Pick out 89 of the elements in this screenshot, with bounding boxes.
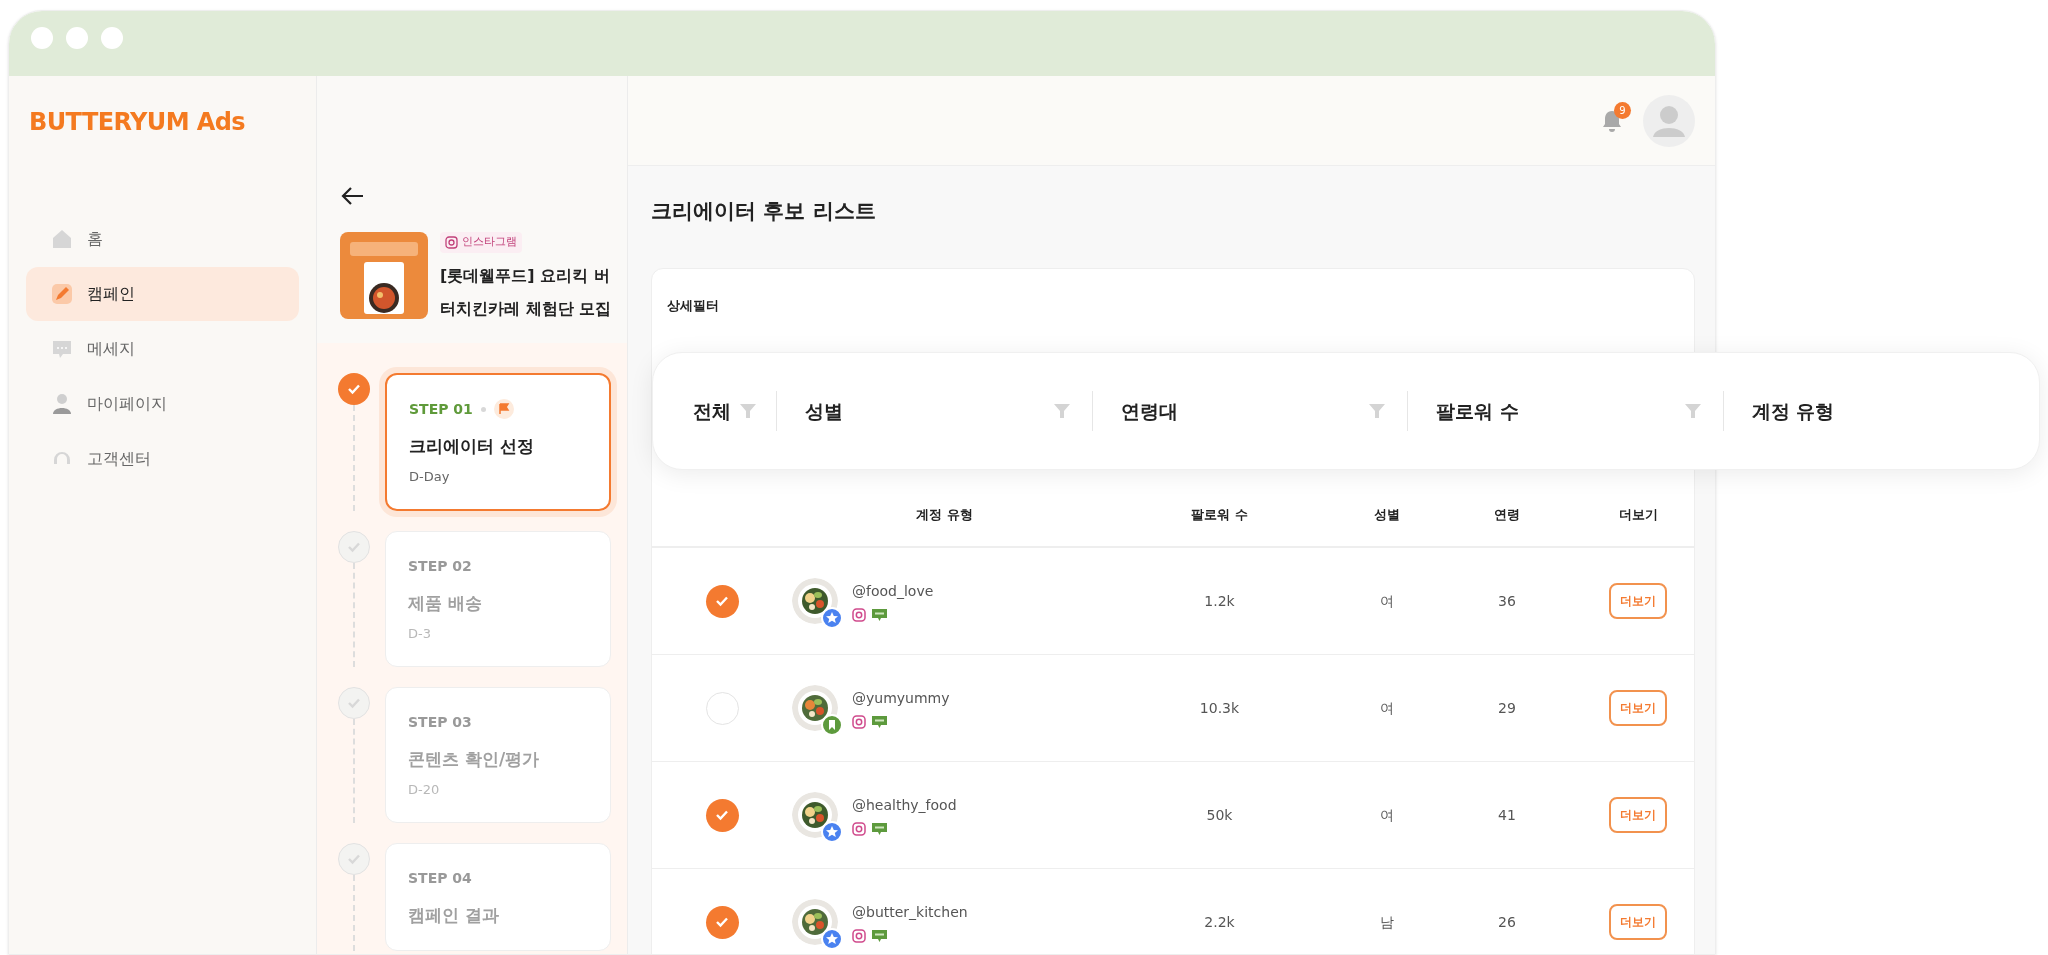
age-cell-text: 36 bbox=[1497, 591, 1517, 611]
age-cell-text: 41 bbox=[1497, 805, 1517, 825]
gender-cell-text: 여 bbox=[1379, 805, 1395, 825]
row-checkbox[interactable] bbox=[705, 691, 739, 725]
filter-option[interactable]: 전체 bbox=[693, 396, 731, 426]
check-icon bbox=[715, 595, 729, 607]
sidebar-item[interactable]: 고객센터 bbox=[26, 432, 299, 486]
step-number: STEP 01 bbox=[409, 399, 473, 419]
step-due: D-20 bbox=[408, 781, 441, 799]
account-handle: @butter_kitchen bbox=[852, 902, 968, 922]
row-checkbox[interactable] bbox=[705, 798, 739, 832]
column-header: 연령 bbox=[1493, 505, 1521, 524]
sidebar-item[interactable]: 마이페이지 bbox=[26, 377, 299, 431]
blog-icon bbox=[872, 607, 887, 622]
bookmark-badge-icon bbox=[821, 714, 843, 736]
chat-icon bbox=[51, 338, 73, 360]
sidebar-item[interactable]: 캠페인 bbox=[26, 267, 299, 321]
column-header: 더보기 bbox=[1617, 505, 1659, 524]
window-control[interactable] bbox=[101, 26, 123, 49]
notification-badge: 9 bbox=[1614, 101, 1631, 119]
check-icon bbox=[347, 540, 361, 553]
step-card[interactable]: STEP 04 캠페인 결과 bbox=[385, 842, 611, 951]
step-number: STEP 03 bbox=[408, 712, 472, 732]
filter-icon[interactable] bbox=[740, 404, 757, 418]
followers-cell-text: 1.2k bbox=[1203, 591, 1236, 611]
filter-icon[interactable] bbox=[1369, 404, 1386, 418]
account-handle: @healthy_food bbox=[852, 795, 957, 815]
step-title: 캠페인 결과 bbox=[408, 903, 500, 927]
instagram-icon bbox=[445, 235, 458, 249]
column-header: 성별 bbox=[1373, 505, 1401, 524]
column-header: 팔로워 수 bbox=[1190, 505, 1249, 524]
followers-cell-text: 10.3k bbox=[1198, 698, 1241, 718]
window-control[interactable] bbox=[66, 26, 88, 49]
sidebar-item[interactable]: 홈 bbox=[26, 212, 299, 266]
instagram-icon bbox=[852, 607, 866, 622]
person-icon bbox=[51, 393, 73, 415]
filter-option[interactable]: 연령대 bbox=[1120, 396, 1178, 426]
age-cell-text: 29 bbox=[1497, 698, 1517, 718]
filter-option[interactable]: 팔로워 수 bbox=[1436, 396, 1519, 426]
blog-icon bbox=[872, 714, 887, 729]
step-title: 콘텐츠 확인/평가 bbox=[408, 747, 541, 771]
bell-icon[interactable] bbox=[1601, 108, 1623, 133]
step-card[interactable]: STEP 02 제품 배송 D-3 bbox=[385, 530, 611, 667]
filter-option[interactable]: 성별 bbox=[805, 396, 844, 426]
star-badge-icon bbox=[821, 821, 843, 843]
window-control[interactable] bbox=[31, 26, 53, 49]
step-number: STEP 04 bbox=[408, 868, 472, 888]
blog-icon bbox=[872, 928, 887, 943]
step-title: 제품 배송 bbox=[408, 591, 483, 615]
gender-cell-text: 남 bbox=[1379, 912, 1395, 932]
check-icon bbox=[347, 696, 361, 709]
check-icon bbox=[347, 852, 361, 865]
account-handle: @food_love bbox=[852, 581, 934, 601]
campaign-title: [롯데웰푸드] 요리킥 버터치킨카레 체험단 모집 bbox=[440, 264, 613, 320]
step-number: STEP 02 bbox=[408, 556, 472, 576]
star-badge-icon bbox=[821, 928, 843, 950]
step-title: 크리에이터 선정 bbox=[409, 434, 535, 458]
sidebar-item[interactable]: 메세지 bbox=[26, 322, 299, 376]
check-icon bbox=[347, 382, 361, 395]
gender-cell-text: 여 bbox=[1379, 591, 1395, 611]
row-checkbox[interactable] bbox=[705, 905, 739, 939]
instagram-icon bbox=[852, 821, 866, 836]
followers-cell-text: 2.2k bbox=[1203, 912, 1236, 932]
gender-cell-text: 여 bbox=[1379, 698, 1395, 718]
blog-icon bbox=[872, 821, 887, 836]
check-icon bbox=[715, 809, 729, 821]
filter-title: 상세필터 bbox=[666, 296, 720, 315]
column-header: 계정 유형 bbox=[915, 505, 974, 524]
step-card[interactable]: STEP 03 콘텐츠 확인/평가 D-20 bbox=[385, 686, 611, 823]
step-due: D-3 bbox=[408, 625, 432, 643]
back-arrow-icon[interactable] bbox=[341, 186, 365, 206]
filter-option[interactable]: 계정 유형 bbox=[1751, 396, 1835, 426]
step-due: D-Day bbox=[409, 468, 451, 486]
row-checkbox[interactable] bbox=[705, 584, 739, 618]
pencil-icon bbox=[51, 283, 73, 305]
account-handle: @yumyummy bbox=[852, 688, 950, 708]
avatar-icon[interactable] bbox=[1643, 94, 1695, 147]
home-icon bbox=[51, 228, 73, 250]
instagram-icon bbox=[852, 714, 866, 729]
check-icon bbox=[715, 916, 729, 928]
instagram-icon bbox=[852, 928, 866, 943]
filter-icon[interactable] bbox=[1684, 404, 1701, 418]
filter-icon[interactable] bbox=[1053, 404, 1070, 418]
page-title: 크리에이터 후보 리스트 bbox=[651, 198, 877, 225]
star-badge-icon bbox=[821, 607, 843, 629]
followers-cell-text: 50k bbox=[1205, 805, 1234, 825]
flag-icon bbox=[493, 399, 514, 419]
platform-badge: 인스타그램 bbox=[440, 232, 522, 253]
age-cell-text: 26 bbox=[1497, 912, 1517, 932]
